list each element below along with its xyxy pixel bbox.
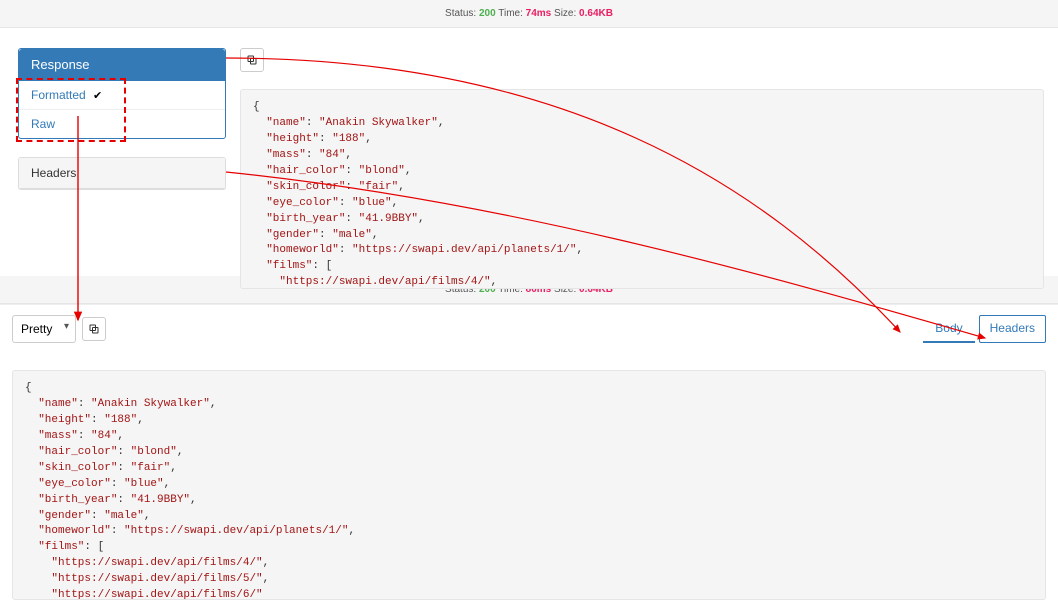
check-icon: ✔ xyxy=(93,90,102,102)
format-select[interactable]: Pretty xyxy=(12,315,76,343)
size-value: 0.64KB xyxy=(579,8,613,19)
tab-headers[interactable]: Headers xyxy=(979,315,1046,343)
raw-label: Raw xyxy=(31,117,55,131)
size-label: Size: xyxy=(554,8,576,19)
format-option-raw[interactable]: Raw xyxy=(19,109,225,138)
copy-button[interactable] xyxy=(240,48,264,72)
headers-heading-label: Headers xyxy=(31,166,76,180)
response-body-upper: { "name": "Anakin Skywalker", "height": … xyxy=(240,89,1044,289)
format-option-formatted[interactable]: Formatted ✔ xyxy=(19,81,225,109)
tab-headers-label: Headers xyxy=(990,321,1035,335)
copy-button-lower[interactable] xyxy=(82,317,106,341)
tab-body-label: Body xyxy=(935,321,962,335)
headers-panel-heading[interactable]: Headers xyxy=(19,158,225,189)
headers-panel: Headers xyxy=(18,157,226,190)
time-value: 74ms xyxy=(526,8,552,19)
status-label: Status: xyxy=(445,8,476,19)
response-body-lower: { "name": "Anakin Skywalker", "height": … xyxy=(12,370,1046,600)
tab-body[interactable]: Body xyxy=(923,315,974,343)
copy-icon xyxy=(88,323,100,335)
copy-icon xyxy=(246,54,258,66)
response-heading-label: Response xyxy=(31,57,90,72)
status-code: 200 xyxy=(479,8,496,19)
upper-status-bar: Status: 200 Time: 74ms Size: 0.64KB xyxy=(0,0,1058,28)
time-label: Time: xyxy=(498,8,523,19)
response-panel-heading[interactable]: Response xyxy=(19,49,225,81)
formatted-label: Formatted xyxy=(31,88,86,102)
response-panel: Response Formatted ✔ Raw xyxy=(18,48,226,139)
